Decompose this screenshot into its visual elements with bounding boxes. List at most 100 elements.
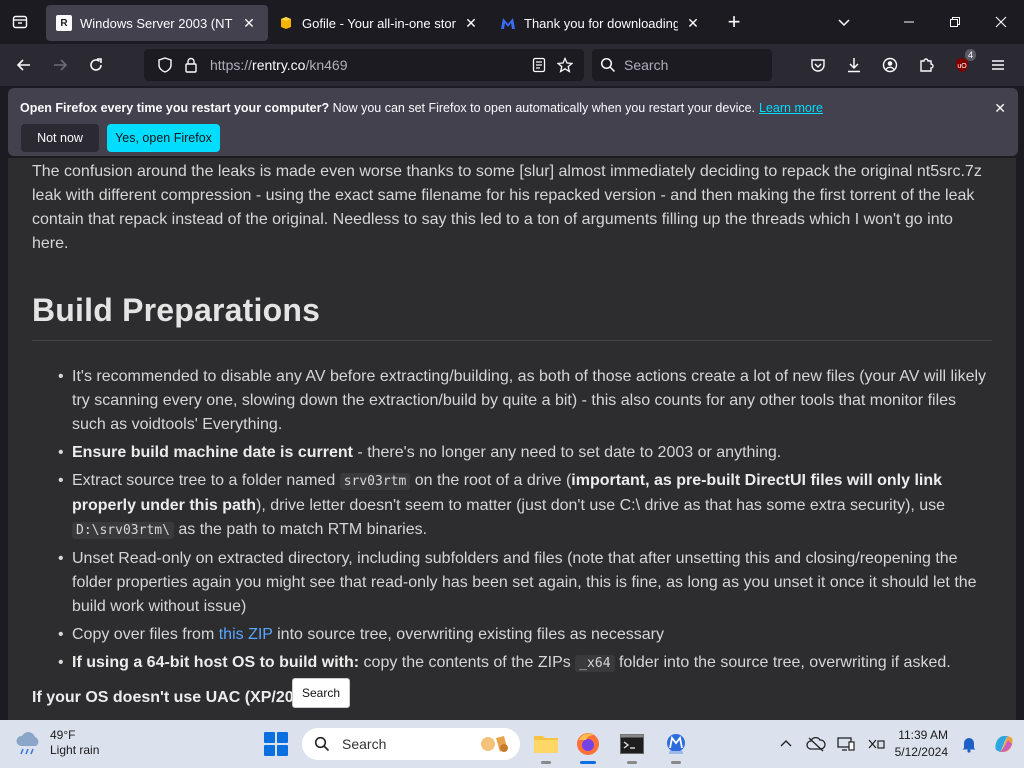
network-disconnected-icon [868,739,885,749]
terminal-icon [620,734,644,754]
close-tab-icon[interactable]: ✕ [462,15,480,32]
lock-icon[interactable] [178,57,204,73]
pocket-button[interactable] [800,49,836,81]
reload-icon [90,58,102,71]
monitor-icon [836,737,855,751]
url-prefix: https:// [210,57,253,73]
navigation-toolbar: https://rentry.co/kn469 Search uO 4 [0,44,1024,86]
clock[interactable]: 11:39 AM 5/12/2024 [895,727,948,761]
close-tab-icon[interactable]: ✕ [240,15,258,32]
preparation-list: It's recommended to disable any AV befor… [32,365,992,676]
new-tab-button[interactable]: + [716,4,752,40]
pocket-icon [811,59,825,72]
puzzle-icon [920,58,934,72]
close-window-button[interactable] [978,0,1024,44]
search-highlight-icon [481,736,508,752]
bell-icon [962,738,976,753]
app-running-indicator [541,761,551,764]
tracking-protection-shield-icon[interactable] [152,57,178,73]
not-now-button[interactable]: Not now [21,124,99,152]
windows-logo-pane [264,745,275,756]
minimize-button[interactable] [886,0,932,44]
list-item-bold: If using a 64-bit host OS to build with: [72,654,360,671]
back-arrow-icon [16,59,30,71]
weather-widget[interactable]: 49°F Light rain [14,728,99,758]
file-explorer-button[interactable] [528,728,564,764]
url-host: rentry.co [252,57,306,73]
notifications-button[interactable] [954,720,984,768]
tab-title: Windows Server 2003 (NT 5.2.3 [80,15,234,31]
onedrive-button[interactable] [801,720,831,768]
extensions-button[interactable] [908,49,944,81]
firefox-taskbar-button[interactable] [570,728,606,764]
inline-code: srv03rtm [339,473,411,490]
firefox-view-button[interactable] [0,0,40,44]
downloads-button[interactable] [836,49,872,81]
list-item: Ensure build machine date is current - t… [58,441,992,465]
list-item-text: Copy over files from [72,626,219,643]
date: 5/12/2024 [894,745,948,759]
notification-title: Open Firefox every time you restart your… [20,101,330,115]
restore-button[interactable] [932,0,978,44]
folder-icon [534,736,558,753]
tab-rentry[interactable]: R Windows Server 2003 (NT 5.2.3 ✕ [46,5,268,41]
search-icon [600,57,616,73]
page-content[interactable]: The confusion around the leaks is made e… [8,158,1016,720]
list-item: If using a 64-bit host OS to build with:… [58,651,992,676]
forward-button[interactable] [42,49,78,81]
download-icon [848,58,860,73]
tab-title: Gofile - Your all-in-one storage [302,15,456,31]
show-hidden-icons-button[interactable] [771,720,801,768]
back-button[interactable] [6,49,42,81]
start-button[interactable] [264,732,288,756]
default-browser-notification: Open Firefox every time you restart your… [8,88,1018,156]
url-bar[interactable]: https://rentry.co/kn469 [144,49,584,81]
url-path: /kn469 [305,57,348,73]
app-menu-button[interactable] [980,49,1016,81]
network-button[interactable] [861,720,891,768]
gofile-icon [278,15,294,31]
list-item-text: as the path to match RTM binaries. [173,521,428,538]
tab-strip: R Windows Server 2003 (NT 5.2.3 ✕ Gofile… [0,0,1024,44]
app-active-indicator [580,761,596,764]
search-bar[interactable]: Search [592,49,772,81]
chevron-down-icon [838,19,850,27]
time: 11:39 AM [898,728,948,742]
yes-open-firefox-button[interactable]: Yes, open Firefox [107,124,220,152]
url-text[interactable]: https://rentry.co/kn469 [210,57,526,73]
close-icon [995,16,1007,28]
search-tooltip: Search [292,678,351,708]
notification-message: Open Firefox every time you restart your… [20,101,823,115]
app-running-indicator [671,761,681,764]
malwarebytes-taskbar-button[interactable] [658,728,694,764]
terminal-taskbar-button[interactable] [614,728,650,764]
close-tab-icon[interactable]: ✕ [684,15,702,32]
taskbar-search-box[interactable]: Search [302,728,520,760]
installer-icon [667,734,685,754]
chevron-up-icon [780,740,792,747]
inline-code: _x64 [575,655,615,672]
zip-link[interactable]: this ZIP [219,626,273,643]
reader-view-icon[interactable] [526,57,552,73]
list-item-bold: Ensure build machine date is current [72,444,353,461]
tab-gofile[interactable]: Gofile - Your all-in-one storage ✕ [268,5,490,41]
notification-text: Now you can set Firefox to open automati… [329,101,756,115]
taskbar-search-label: Search [342,736,387,752]
bookmark-star-icon[interactable] [552,57,578,73]
account-button[interactable] [872,49,908,81]
windows-logo-pane [277,732,288,743]
search-icon [314,736,330,752]
tab-malwarebytes[interactable]: Thank you for downloading Ma ✕ [490,5,712,41]
list-all-tabs-button[interactable] [818,0,870,44]
close-notification-icon[interactable]: ✕ [994,100,1006,117]
app-running-indicator [627,761,637,764]
learn-more-link[interactable]: Learn more [759,101,823,115]
display-button[interactable] [831,720,861,768]
restore-icon [950,17,960,27]
search-placeholder: Search [624,57,669,73]
reload-button[interactable] [78,49,114,81]
system-tray: 11:39 AM 5/12/2024 [771,720,1024,768]
rain-cloud-icon [16,732,39,755]
ublock-origin-button[interactable]: uO 4 [944,49,980,81]
copilot-button[interactable] [984,720,1024,768]
